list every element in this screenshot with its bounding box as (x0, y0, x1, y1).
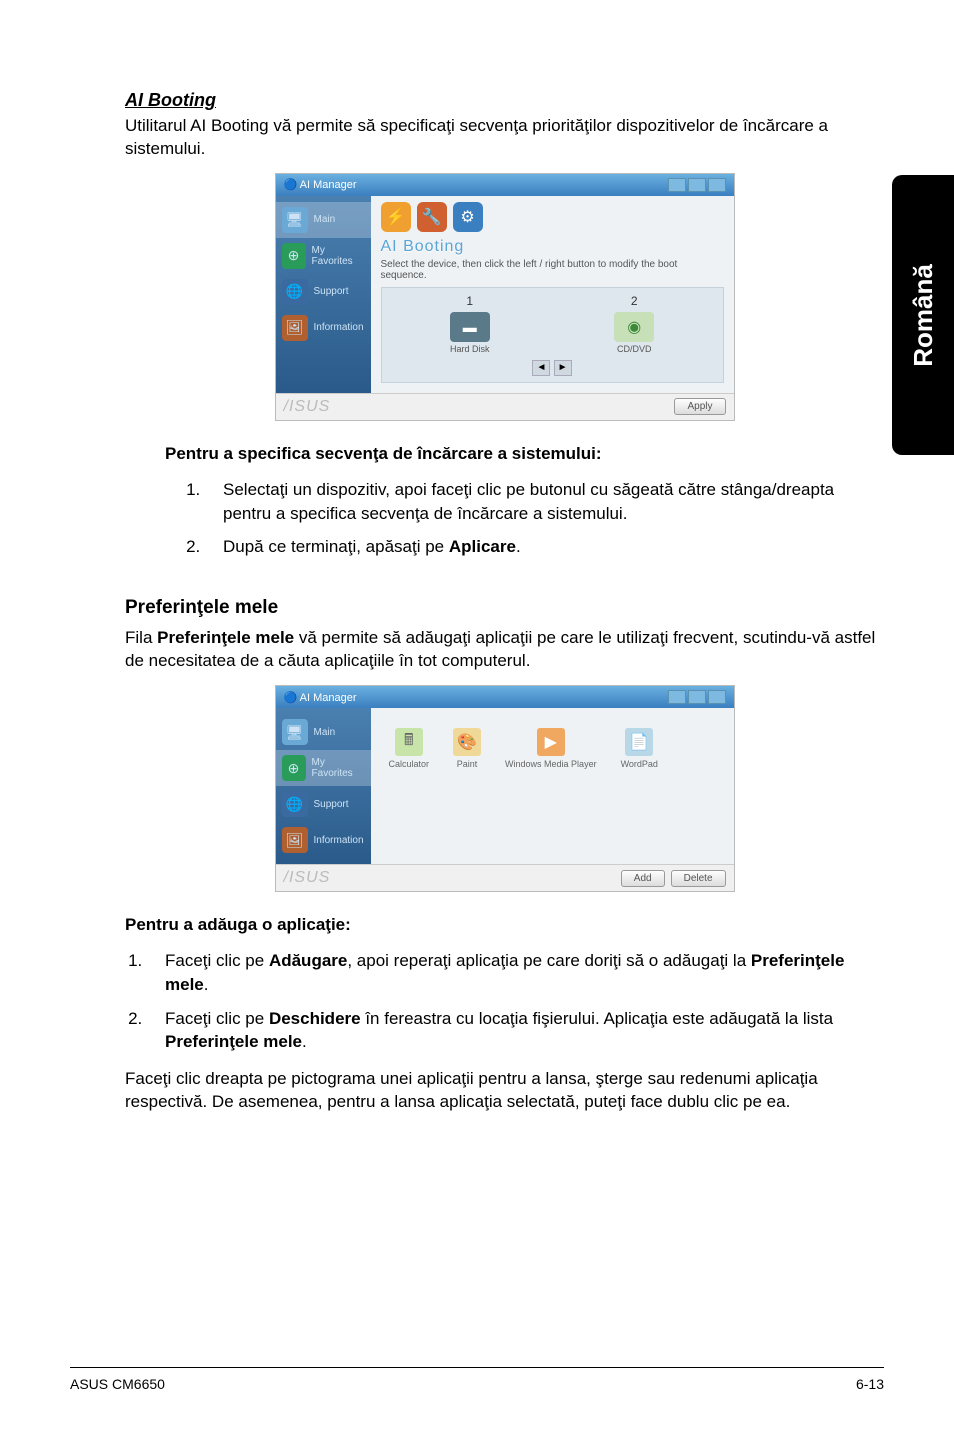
language-tab-label: Română (908, 264, 939, 367)
tool-icon-1[interactable]: ⚡ (381, 202, 411, 232)
arrow-left-button[interactable]: ◄ (532, 360, 550, 376)
sidebar-label-fav: My Favorites (312, 245, 365, 267)
panel-title: AI Booting (381, 238, 724, 256)
favorite-apps: 🖩 Calculator 🎨 Paint ▶ Windows Media Pla… (381, 714, 724, 809)
cd-label: CD/DVD (617, 344, 652, 354)
calculator-icon: 🖩 (395, 728, 423, 756)
boot-device-cd[interactable]: ◉ CD/DVD (614, 312, 654, 354)
window-buttons (668, 178, 726, 192)
main-icon: 🖥 (282, 207, 308, 233)
sidebar-label-info: Information (314, 835, 364, 846)
boot-order-2: 2 (631, 294, 638, 308)
window-buttons (668, 690, 726, 704)
page-footer: ASUS CM6650 6-13 (70, 1367, 884, 1392)
my-favorites-heading: Preferinţele mele (125, 597, 884, 619)
maximize-icon[interactable] (688, 690, 706, 704)
maximize-icon[interactable] (688, 178, 706, 192)
boot-area: 1 2 ▬ Hard Disk ◉ CD/DVD (381, 287, 724, 383)
titlebar: 🔵 AI Manager (276, 174, 734, 196)
favorites-icon: ⊕ (282, 755, 306, 781)
sidebar-item-favorites[interactable]: ⊕ My Favorites (276, 750, 371, 786)
app-title: 🔵 AI Manager (284, 691, 357, 704)
minimize-icon[interactable] (668, 178, 686, 192)
sidebar-label-main: Main (314, 727, 336, 738)
sidebar-label-support: Support (314, 286, 349, 297)
footer-left: ASUS CM6650 (70, 1376, 165, 1392)
hdd-icon: ▬ (450, 312, 490, 342)
titlebar: 🔵 AI Manager (276, 686, 734, 708)
add-app-steps: Faceţi clic pe Adăugare, apoi reperaţi a… (147, 949, 884, 1054)
spec-sequence-steps: Selectaţi un dispozitiv, apoi faceţi cli… (205, 478, 884, 559)
panel-desc: Select the device, then click the left /… (381, 259, 724, 281)
tool-icon-3[interactable]: ⚙ (453, 202, 483, 232)
sidebar-item-information[interactable]: 🖼 Information (276, 310, 371, 346)
fav-label: Windows Media Player (505, 759, 597, 769)
fav-calculator[interactable]: 🖩 Calculator (389, 728, 430, 769)
wmp-icon: ▶ (537, 728, 565, 756)
my-favorites-intro: Fila Preferinţele mele vă permite să adă… (125, 627, 884, 673)
sidebar-item-support[interactable]: 🌐 Support (276, 274, 371, 310)
spec-sequence-heading: Pentru a specifica secvenţa de încărcare… (165, 443, 884, 466)
sidebar: 🖥 Main ⊕ My Favorites 🌐 Support 🖼 Inform… (276, 196, 371, 393)
sidebar-label-support: Support (314, 799, 349, 810)
ai-booting-intro: Utilitarul AI Booting vă permite să spec… (125, 115, 884, 161)
fav-label: Calculator (389, 759, 430, 769)
support-icon: 🌐 (282, 279, 308, 305)
favorites-icon: ⊕ (282, 243, 306, 269)
boot-device-hdd[interactable]: ▬ Hard Disk (450, 312, 490, 354)
support-icon: 🌐 (282, 791, 308, 817)
sidebar-label-main: Main (314, 214, 336, 225)
ai-booting-heading: AI Booting (125, 90, 884, 111)
fav-wmp[interactable]: ▶ Windows Media Player (505, 728, 597, 769)
arrow-right-button[interactable]: ► (554, 360, 572, 376)
sidebar-item-main[interactable]: 🖥 Main (276, 714, 371, 750)
brand-logo: /ISUS (284, 869, 331, 887)
sidebar: 🖥 Main ⊕ My Favorites 🌐 Support 🖼 Inform… (276, 708, 371, 864)
sidebar-label-info: Information (314, 322, 364, 333)
ai-manager-screenshot-1: 🔵 AI Manager 🖥 Main ⊕ My Favorites 🌐 (275, 173, 735, 421)
tool-icon-2[interactable]: 🔧 (417, 202, 447, 232)
sidebar-label-fav: My Favorites (312, 757, 365, 779)
tool-icons: ⚡ 🔧 ⚙ (381, 202, 724, 232)
add-app-heading: Pentru a adăuga o aplicaţie: (125, 914, 884, 937)
closing-text: Faceţi clic dreapta pe pictograma unei a… (125, 1068, 884, 1114)
close-icon[interactable] (708, 178, 726, 192)
fav-paint[interactable]: 🎨 Paint (453, 728, 481, 769)
fav-label: Paint (457, 759, 478, 769)
delete-button[interactable]: Delete (671, 870, 726, 887)
fav-wordpad[interactable]: 📄 WordPad (621, 728, 658, 769)
app-title: 🔵 AI Manager (284, 178, 357, 191)
add-step-1: Faceţi clic pe Adăugare, apoi reperaţi a… (147, 949, 884, 997)
apply-button[interactable]: Apply (674, 398, 725, 415)
cd-icon: ◉ (614, 312, 654, 342)
paint-icon: 🎨 (453, 728, 481, 756)
add-button[interactable]: Add (621, 870, 665, 887)
information-icon: 🖼 (282, 315, 308, 341)
ai-manager-screenshot-2: 🔵 AI Manager 🖥 Main ⊕ My Favorites 🌐 (275, 685, 735, 892)
step-1: Selectaţi un dispozitiv, apoi faceţi cli… (205, 478, 884, 526)
sidebar-item-main[interactable]: 🖥 Main (276, 202, 371, 238)
fav-label: WordPad (621, 759, 658, 769)
minimize-icon[interactable] (668, 690, 686, 704)
boot-order-1: 1 (466, 294, 473, 308)
add-step-2: Faceţi clic pe Deschidere în fereastra c… (147, 1007, 884, 1055)
footer-right: 6-13 (856, 1376, 884, 1392)
step-2: După ce terminaţi, apăsaţi pe Aplicare. (205, 535, 884, 559)
information-icon: 🖼 (282, 827, 308, 853)
sidebar-item-favorites[interactable]: ⊕ My Favorites (276, 238, 371, 274)
sidebar-item-information[interactable]: 🖼 Information (276, 822, 371, 858)
close-icon[interactable] (708, 690, 726, 704)
brand-logo: /ISUS (284, 398, 331, 416)
hdd-label: Hard Disk (450, 344, 490, 354)
language-tab: Română (892, 175, 954, 455)
main-icon: 🖥 (282, 719, 308, 745)
sidebar-item-support[interactable]: 🌐 Support (276, 786, 371, 822)
wordpad-icon: 📄 (625, 728, 653, 756)
